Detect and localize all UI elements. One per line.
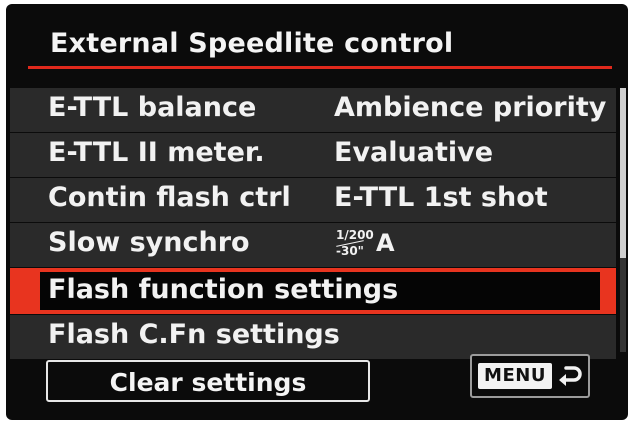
list-item-label: E-TTL balance [48, 92, 257, 123]
list-item-ettl-meter[interactable]: E-TTL II meter. Evaluative [10, 133, 616, 177]
auto-indicator: A [376, 229, 395, 257]
list-item-slow-synchro[interactable]: Slow synchro 1/200 -30" A [10, 223, 616, 267]
list-item-label: E-TTL II meter. [48, 137, 265, 168]
return-arrow-icon [559, 366, 582, 386]
clear-settings-button[interactable]: Clear settings [46, 360, 370, 402]
menu-label: MENU [478, 363, 552, 389]
slow-synchro-value: 1/200 -30" A [334, 229, 454, 263]
title-divider [28, 66, 612, 69]
list-item-contin-flash-ctrl[interactable]: Contin flash ctrl E-TTL 1st shot [10, 178, 616, 222]
list-item-value: Evaluative [334, 137, 494, 168]
list-item-flash-cfn-settings[interactable]: Flash C.Fn settings [10, 315, 616, 359]
list-item-label: Flash function settings [48, 274, 399, 305]
settings-list: E-TTL balance Ambience priority E-TTL II… [10, 88, 616, 360]
list-item-value: Ambience priority [334, 92, 607, 123]
camera-menu-screen: External Speedlite control E-TTL balance… [6, 4, 628, 420]
sync-speed-range: 1/200 -30" [336, 229, 374, 258]
page-title: External Speedlite control [50, 28, 454, 59]
list-item-flash-function-settings[interactable]: Flash function settings [10, 268, 616, 314]
scrollbar-thumb[interactable] [620, 88, 626, 258]
menu-back-button[interactable]: MENU [470, 354, 590, 398]
sync-speed-fast: 1/200 [336, 228, 374, 242]
list-item-label: Slow synchro [48, 227, 250, 258]
list-item-ettl-balance[interactable]: E-TTL balance Ambience priority [10, 88, 616, 132]
list-item-label: Contin flash ctrl [48, 182, 291, 213]
scrollbar[interactable] [620, 88, 626, 352]
list-item-label: Flash C.Fn settings [48, 319, 340, 350]
list-item-value: E-TTL 1st shot [334, 182, 548, 213]
